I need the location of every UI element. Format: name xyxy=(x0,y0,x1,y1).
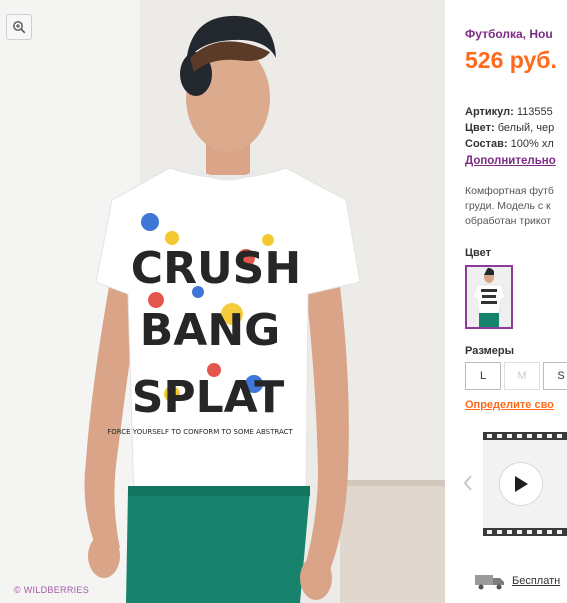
product-price: 526 руб. xyxy=(465,47,557,73)
size-option-s[interactable]: S xyxy=(543,362,567,390)
zoom-button[interactable] xyxy=(6,14,32,40)
chevron-left-icon xyxy=(463,475,472,491)
tshirt-print-line-4: FORCE YOURSELF TO CONFORM TO SOME ABSTRA… xyxy=(107,428,293,436)
attribute-article: Артикул: 113555 xyxy=(465,106,553,118)
size-help-link[interactable]: Определите сво xyxy=(465,399,554,411)
film-strip-bottom xyxy=(483,528,567,536)
zoom-in-icon xyxy=(13,21,26,34)
film-strip-top xyxy=(483,432,567,440)
tshirt-print-line-2: BANG xyxy=(140,305,281,356)
free-delivery-link[interactable]: Бесплатн xyxy=(474,572,560,590)
size-label: S xyxy=(557,370,565,382)
play-icon xyxy=(515,476,528,492)
color-swatch[interactable] xyxy=(465,265,513,329)
carousel-prev-button[interactable] xyxy=(461,472,475,494)
color-section-label: Цвет xyxy=(465,247,492,259)
truck-icon xyxy=(475,575,504,590)
attribute-label: Состав: xyxy=(465,138,508,150)
sizes-section-label: Размеры xyxy=(465,345,515,357)
attribute-label: Артикул: xyxy=(465,106,514,118)
attribute-value: белый, чер xyxy=(497,122,555,134)
more-details-link[interactable]: Дополнительно xyxy=(465,155,556,167)
attribute-color: Цвет: белый, чер xyxy=(465,122,554,134)
watermark: © WILDBERRIES xyxy=(14,585,90,595)
size-label: M xyxy=(517,370,527,382)
tshirt-print-line-1: CRUSH xyxy=(131,243,301,294)
play-button[interactable] xyxy=(499,462,543,506)
description-line: обработан трикот xyxy=(465,215,552,227)
product-photo[interactable]: CRUSH BANG SPLAT FORCE YOURSELF TO CONFO… xyxy=(0,0,445,603)
size-label: L xyxy=(479,370,487,382)
delivery-label: Бесплатн xyxy=(512,575,561,587)
description-line: Комфортная футб xyxy=(465,185,554,197)
attribute-value: 113555 xyxy=(516,106,553,118)
attribute-composition: Состав: 100% хл xyxy=(465,138,554,150)
model-photo-illustration: CRUSH BANG SPLAT FORCE YOURSELF TO CONFO… xyxy=(0,0,445,603)
video-thumbnail[interactable] xyxy=(483,432,567,536)
size-option-m[interactable]: M xyxy=(504,362,540,390)
product-description: Комфортная футб груди. Модель с к обрабо… xyxy=(465,184,554,229)
product-title: Футболка, Hou xyxy=(465,27,553,41)
attribute-value: 100% хл xyxy=(510,138,554,150)
tshirt-print-line-3: SPLAT xyxy=(132,372,285,423)
size-option-l[interactable]: L xyxy=(465,362,501,390)
color-swatch-thumbnail xyxy=(467,267,511,327)
attribute-label: Цвет: xyxy=(465,122,495,134)
description-line: груди. Модель с к xyxy=(465,200,551,212)
